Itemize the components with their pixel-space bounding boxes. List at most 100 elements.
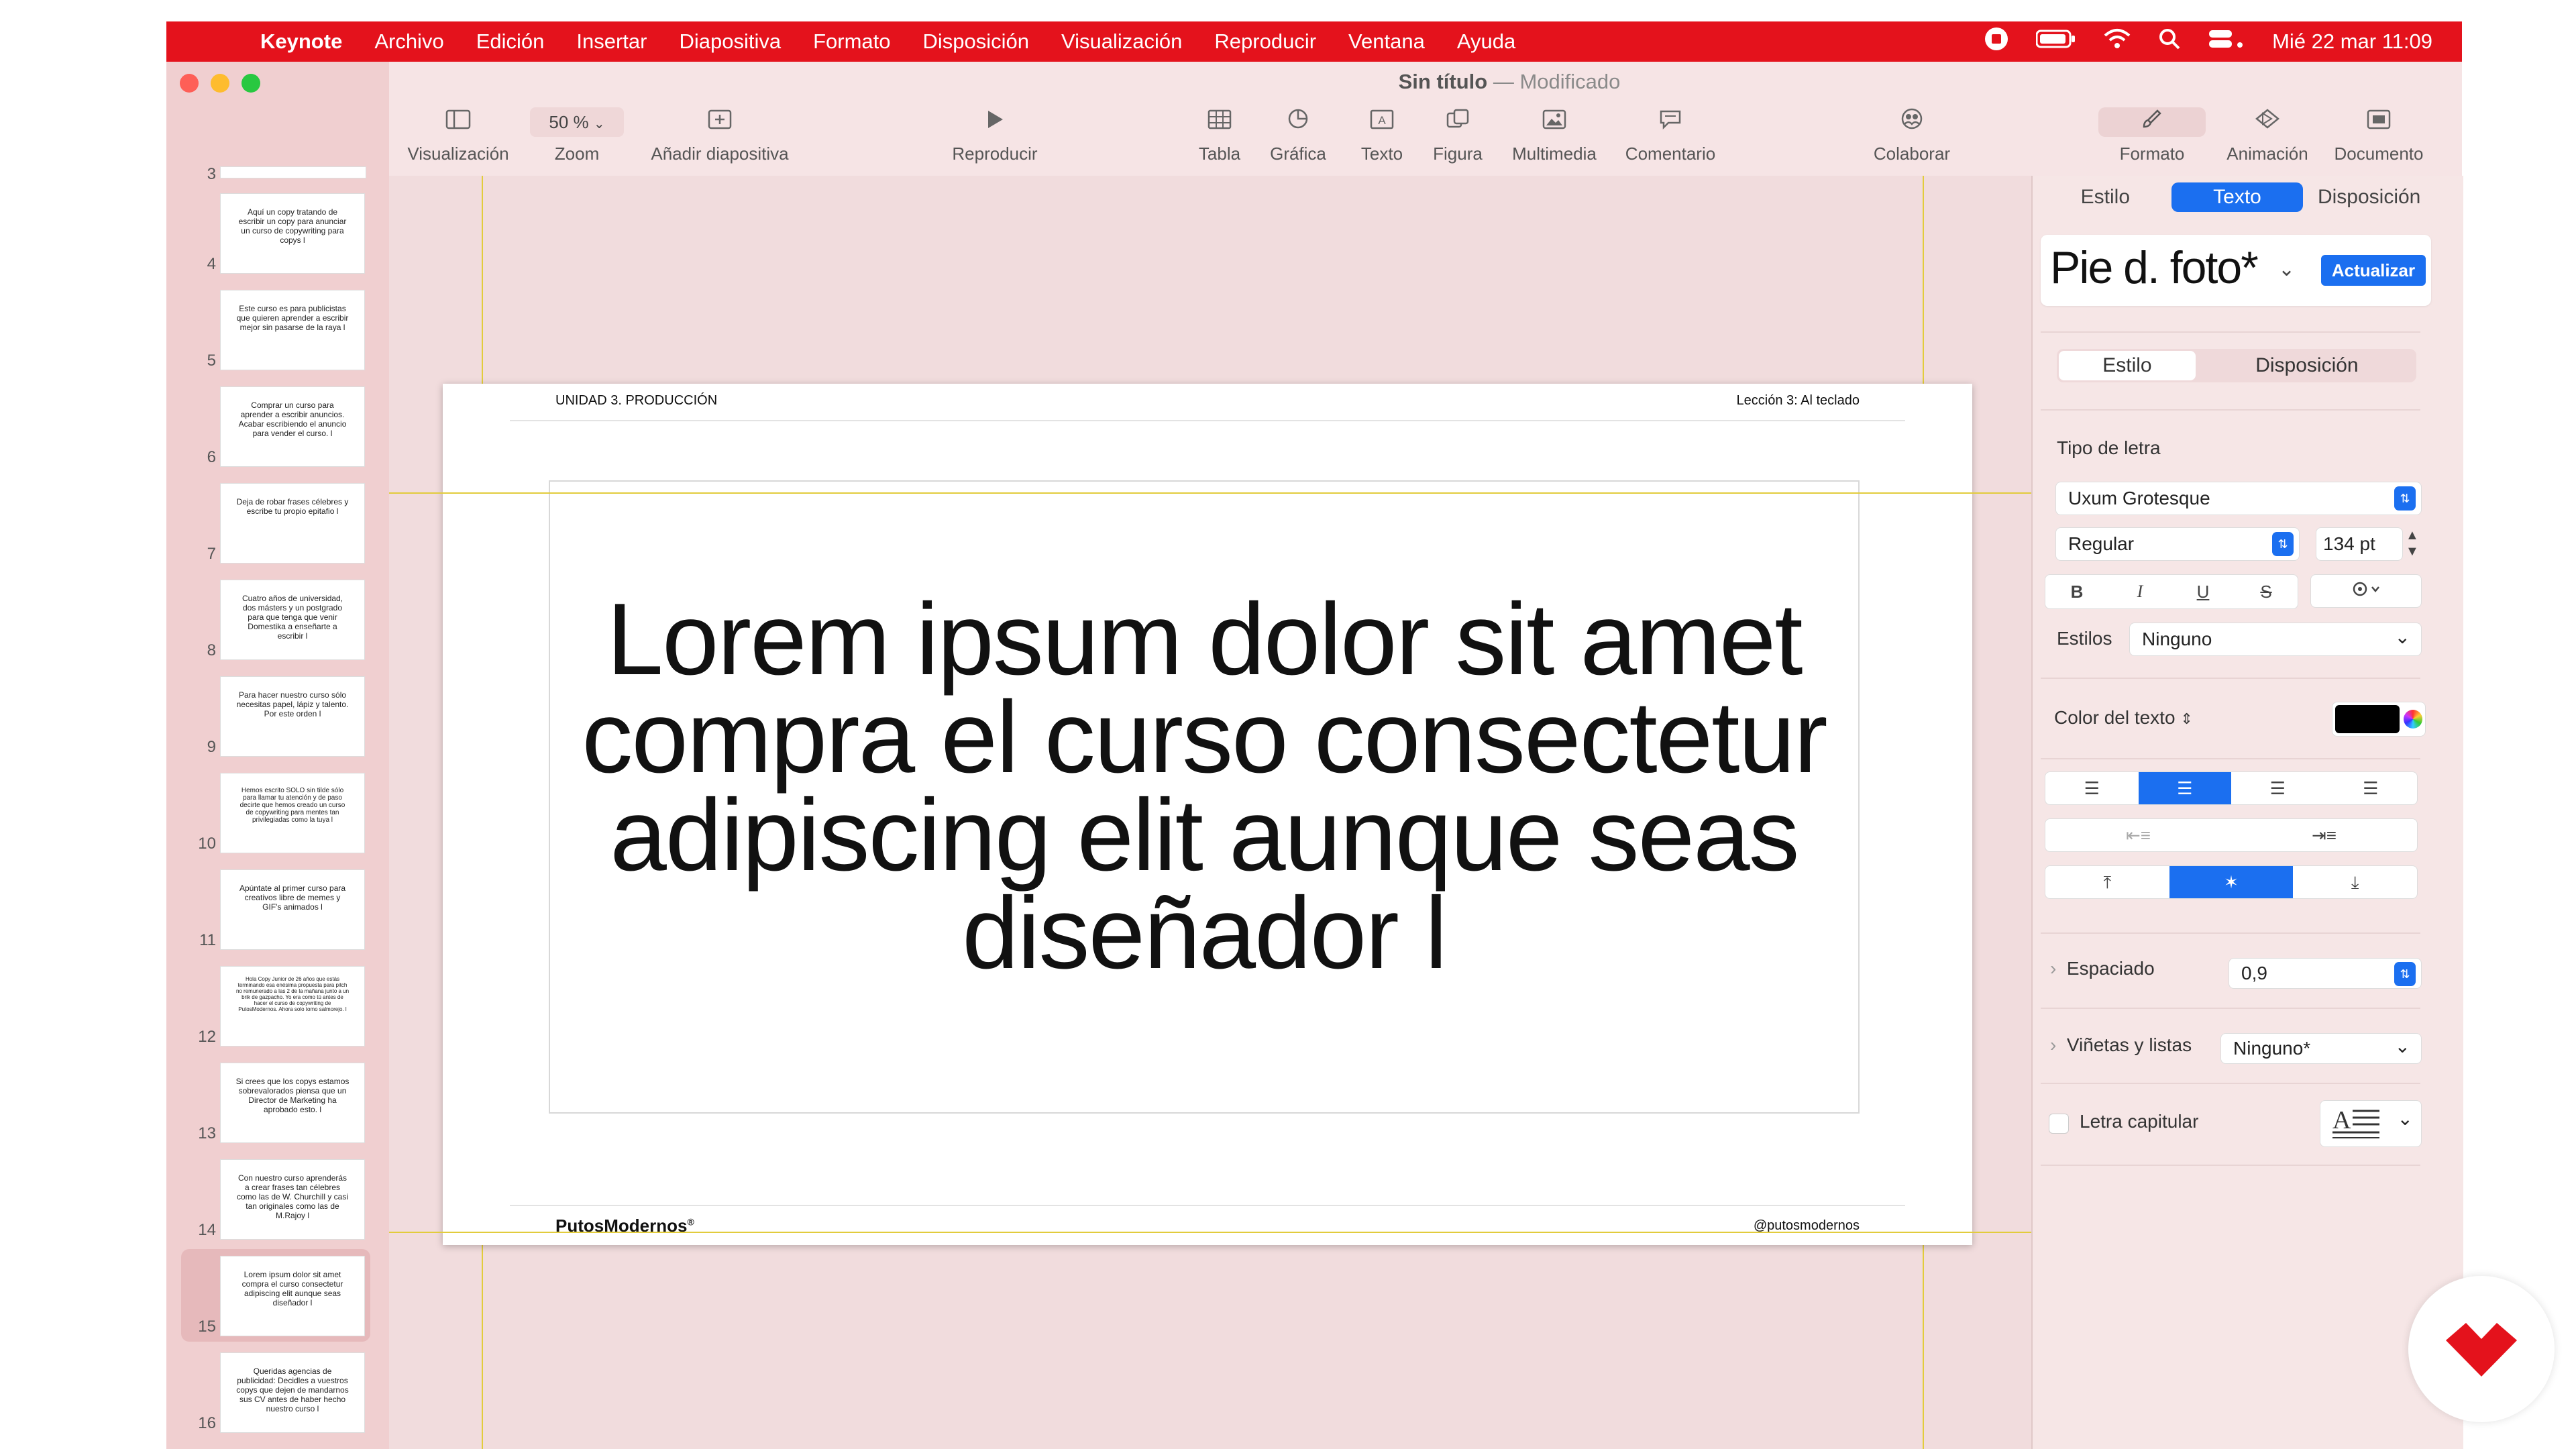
justify-icon[interactable]: ☰ [2324, 772, 2418, 804]
media-button[interactable]: Multimedia [1497, 107, 1611, 164]
slide-thumbnail[interactable]: Con nuestro curso aprenderás a crear fra… [220, 1159, 365, 1240]
drop-cap-checkbox[interactable] [2049, 1114, 2069, 1134]
character-styles-select[interactable]: Ninguno ⌄ [2129, 623, 2422, 656]
format-button[interactable]: Formato [2098, 107, 2206, 164]
slide-number: 6 [207, 448, 216, 466]
menu-disposicion[interactable]: Disposición [923, 30, 1030, 54]
zoom-select[interactable]: 50 % ⌄ [530, 107, 624, 137]
comment-button[interactable]: Comentario [1610, 107, 1731, 164]
menu-formato[interactable]: Formato [813, 30, 890, 54]
spacing-select[interactable]: 0,9 ⇅ [2229, 958, 2422, 989]
bold-button[interactable]: B [2045, 575, 2108, 608]
menu-visualizacion[interactable]: Visualización [1061, 30, 1182, 54]
bullets-disclosure[interactable]: › Viñetas y listas [2050, 1034, 2192, 1056]
slide-thumbnail[interactable]: Este curso es para publicistas que quier… [220, 290, 365, 370]
control-center-icon[interactable] [2208, 28, 2245, 56]
clock-datetime[interactable]: Mié 22 mar 11:09 [2272, 30, 2432, 54]
slide-thumbnail-selected[interactable]: Lorem ipsum dolor sit amet compra el cur… [220, 1256, 365, 1336]
text-button[interactable]: A Texto [1348, 107, 1415, 164]
menu-reproducir[interactable]: Reproducir [1214, 30, 1316, 54]
wifi-icon[interactable] [2103, 28, 2131, 56]
table-button[interactable]: Tabla [1186, 107, 1253, 164]
slide-thumbnail[interactable]: Deja de robar frases célebres y escribe … [220, 483, 365, 564]
update-style-button[interactable]: Actualizar [2321, 255, 2426, 286]
align-right-icon[interactable]: ☰ [2231, 772, 2324, 804]
slide-thumbnail[interactable]: Si crees que los copys estamos sobrevalo… [220, 1063, 365, 1143]
decrease-indent-icon[interactable]: ⇤≡ [2045, 819, 2231, 851]
text-color-well[interactable] [2332, 702, 2426, 737]
slide-number: 3 [207, 165, 216, 183]
menu-edicion[interactable]: Edición [476, 30, 545, 54]
zoom-label: Zoom [554, 144, 600, 164]
font-weight-select[interactable]: Regular ⇅ [2055, 527, 2300, 561]
collaborate-button[interactable]: Colaborar [1858, 107, 1966, 164]
menu-ventana[interactable]: Ventana [1348, 30, 1425, 54]
zoom-control[interactable]: 50 % ⌄ Zoom [530, 107, 624, 164]
shape-button[interactable]: Figura [1421, 107, 1495, 164]
font-size-field[interactable]: 134 pt [2316, 527, 2403, 561]
strikethrough-button[interactable]: S [2235, 575, 2298, 608]
tab-estilo[interactable]: Estilo [2039, 182, 2171, 212]
increase-indent-icon[interactable]: ⇥≡ [2231, 819, 2417, 851]
play-button[interactable]: Reproducir [938, 107, 1052, 164]
character-styles-value: Ninguno [2142, 629, 2212, 649]
slide-thumbnail-partial[interactable] [220, 166, 366, 178]
slide-headline[interactable]: Lorem ipsum dolor sit amet compra el cur… [550, 588, 1858, 984]
chevron-down-icon[interactable]: ⌄ [2278, 258, 2295, 281]
menu-ayuda[interactable]: Ayuda [1457, 30, 1515, 54]
zoom-window-button[interactable] [241, 74, 260, 93]
align-left-icon[interactable]: ☰ [2045, 772, 2139, 804]
color-wheel-icon[interactable] [2404, 710, 2422, 729]
subtab-estilo[interactable]: Estilo [2059, 351, 2196, 380]
slide-thumbnail[interactable]: Queridas agencias de publicidad: Decidle… [220, 1352, 365, 1433]
slide-thumbnail[interactable]: Apúntate al primer curso para creativos … [220, 869, 365, 950]
slide-thumbnail[interactable]: Comprar un curso para aprender a escribi… [220, 386, 365, 467]
text-color-label[interactable]: Color del texto ⇕ [2054, 707, 2193, 729]
spacing-disclosure[interactable]: › Espaciado [2050, 958, 2155, 979]
menu-diapositiva[interactable]: Diapositiva [679, 30, 781, 54]
slide-number: 13 [198, 1124, 216, 1142]
slide-thumbnail[interactable]: Aquí un copy tratando de escribir un cop… [220, 193, 365, 274]
battery-icon[interactable] [2035, 29, 2076, 54]
tab-texto[interactable]: Texto [2171, 182, 2304, 212]
minimize-window-button[interactable] [211, 74, 229, 93]
paragraph-style-name[interactable]: Pie d. foto* [2050, 241, 2259, 294]
align-bottom-icon[interactable]: ⤓ [2293, 866, 2417, 898]
menu-archivo[interactable]: Archivo [374, 30, 443, 54]
font-size-stepper[interactable]: ▲ ▼ [2406, 527, 2419, 559]
add-slide-button[interactable]: Añadir diapositiva [643, 107, 797, 164]
align-top-icon[interactable]: ⤒ [2045, 866, 2169, 898]
italic-button[interactable]: I [2108, 575, 2171, 608]
align-middle-icon[interactable]: ✶ [2169, 866, 2294, 898]
menu-keynote[interactable]: Keynote [260, 30, 342, 54]
slide-thumbnail[interactable]: Para hacer nuestro curso sólo necesitas … [220, 676, 365, 757]
window-title: Sin título — Modificado [1073, 70, 1945, 94]
menu-insertar[interactable]: Insertar [576, 30, 647, 54]
slide-thumbnail[interactable]: Hola Copy Junior de 26 años que estás te… [220, 966, 365, 1046]
horizontal-alignment-buttons: ☰ ☰ ☰ ☰ [2045, 771, 2418, 805]
spotlight-search-icon[interactable] [2158, 28, 2181, 56]
slide-number: 10 [198, 835, 216, 853]
slide[interactable]: UNIDAD 3. PRODUCCIÓN Lección 3: Al tecla… [443, 384, 1972, 1245]
text-box[interactable]: Lorem ipsum dolor sit amet compra el cur… [549, 480, 1860, 1114]
menu-bar: Keynote Archivo Edición Insertar Diaposi… [166, 21, 2462, 62]
document-button[interactable]: Documento [2325, 107, 2432, 164]
slide-thumbnail[interactable]: Cuatro años de universidad, dos másters … [220, 580, 365, 660]
font-family-select[interactable]: Uxum Grotesque ⇅ [2055, 482, 2422, 515]
underline-button[interactable]: U [2171, 575, 2235, 608]
svg-text:A: A [1378, 114, 1386, 127]
tab-disposicion[interactable]: Disposición [2303, 182, 2435, 212]
animation-button[interactable]: Animación [2214, 107, 2321, 164]
text-label: Texto [1360, 144, 1403, 164]
chart-button[interactable]: Gráfica [1261, 107, 1335, 164]
text-options-menu[interactable] [2310, 574, 2422, 608]
chart-icon [1261, 107, 1335, 137]
drop-cap-style-select[interactable]: A ⌄ [2320, 1100, 2422, 1147]
align-center-icon[interactable]: ☰ [2138, 772, 2231, 804]
slide-thumbnail[interactable]: Hemos escrito SOLO sin tilde sólo para l… [220, 773, 365, 853]
view-button[interactable]: Visualización [401, 107, 515, 164]
bullets-select[interactable]: Ninguno* ⌄ [2220, 1033, 2422, 1064]
close-window-button[interactable] [180, 74, 199, 93]
subtab-disposicion[interactable]: Disposición [2198, 349, 2416, 382]
screen-record-icon[interactable] [1984, 26, 2009, 57]
